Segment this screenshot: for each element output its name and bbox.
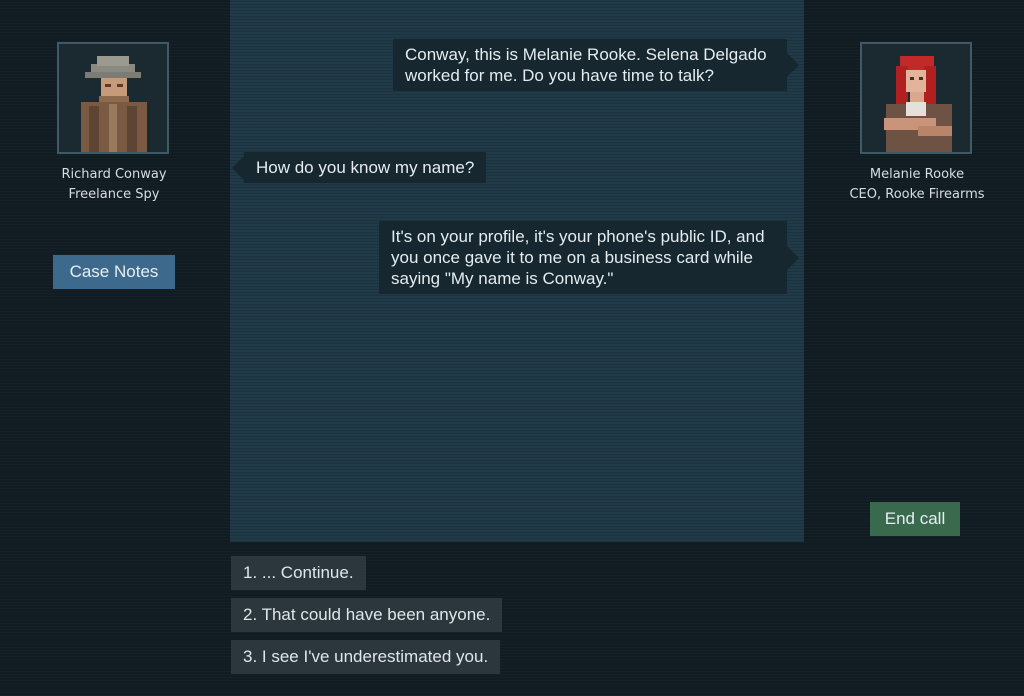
melanie-rooke-portrait (860, 42, 972, 154)
right-contact-caption: Melanie Rooke CEO, Rooke Firearms (827, 165, 1007, 205)
dialogue-choice-2[interactable]: 2. That could have been anyone. (231, 598, 503, 632)
left-contact-caption: Richard Conway Freelance Spy (24, 165, 204, 205)
left-contact-title: Freelance Spy (68, 187, 160, 202)
case-notes-button[interactable]: Case Notes (53, 255, 175, 289)
message-bubble-rooke: Conway, this is Melanie Rooke. Selena De… (393, 39, 799, 91)
red-haired-woman-icon (862, 44, 970, 152)
message-bubble-rooke: It's on your profile, it's your phone's … (379, 221, 799, 294)
right-contact-name: Melanie Rooke (869, 167, 965, 182)
message-bubble-conway: How do you know my name? (231, 152, 487, 183)
end-call-button[interactable]: End call (870, 502, 960, 536)
richard-conway-portrait (57, 42, 169, 154)
right-contact-title: CEO, Rooke Firearms (849, 187, 985, 202)
detective-icon (59, 44, 167, 152)
left-contact-name: Richard Conway (61, 167, 167, 182)
dialogue-choice-3[interactable]: 3. I see I've underestimated you. (231, 640, 501, 674)
dialogue-choice-1[interactable]: 1. ... Continue. (231, 556, 366, 590)
